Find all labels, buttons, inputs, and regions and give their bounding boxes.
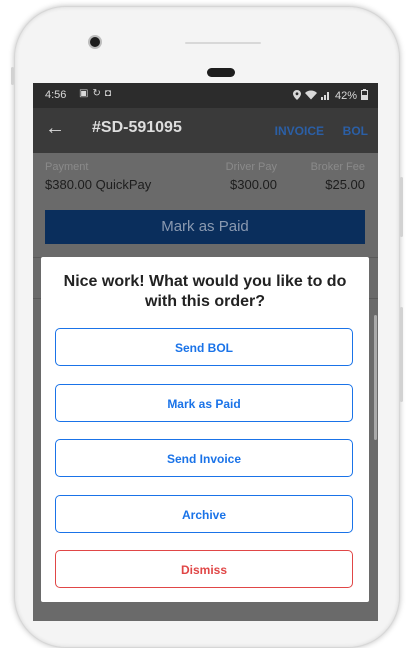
broker-fee-value: $25.00	[325, 177, 365, 192]
battery-percent: 42%	[334, 90, 357, 102]
sync-icon: ↻	[92, 88, 105, 99]
scrollbar[interactable]	[374, 315, 377, 440]
dim-overlay-bottom	[33, 602, 378, 621]
notification-icons: ▣↻◘	[79, 88, 115, 99]
payment-column: Payment $380.00 QuickPay	[45, 161, 151, 192]
dismiss-button[interactable]: Dismiss	[55, 550, 353, 588]
order-action-dialog: Nice work! What would you like to do wit…	[41, 257, 369, 602]
image-icon: ▣	[79, 88, 93, 99]
payment-value: $380.00 QuickPay	[45, 177, 152, 192]
payment-summary: Payment $380.00 QuickPay Driver Pay $300…	[45, 161, 365, 197]
status-right: 42%	[292, 89, 368, 103]
send-invoice-button[interactable]: Send Invoice	[55, 439, 353, 477]
invoice-action[interactable]: INVOICE	[275, 124, 324, 138]
app-bar: ← #SD-591095 INVOICE BOL	[33, 108, 378, 153]
payment-label: Payment	[45, 161, 89, 173]
archive-button[interactable]: Archive	[55, 495, 353, 533]
bixby-button	[11, 67, 14, 85]
volume-button	[400, 177, 403, 237]
power-button	[400, 307, 403, 402]
proximity-sensor	[185, 42, 261, 44]
mark-as-paid-bar-button[interactable]: Mark as Paid	[45, 210, 365, 244]
signal-icon	[320, 90, 331, 103]
driver-pay-label: Driver Pay	[225, 161, 277, 173]
bol-action[interactable]: BOL	[343, 124, 368, 138]
front-camera	[90, 37, 100, 47]
driver-pay-column: Driver Pay $300.00	[226, 161, 277, 192]
back-arrow-icon[interactable]: ←	[45, 117, 65, 140]
send-bol-button[interactable]: Send BOL	[55, 328, 353, 366]
driver-pay-value: $300.00	[230, 177, 277, 192]
earpiece-speaker	[207, 68, 235, 77]
battery-icon	[361, 89, 368, 103]
status-bar: 4:56 ▣↻◘ 42%	[33, 83, 378, 108]
broker-fee-label: Broker Fee	[310, 161, 365, 173]
phone-screen: 4:56 ▣↻◘ 42% ← #SD-591095 INVOICE BOL Pa…	[33, 83, 378, 621]
order-title: #SD-591095	[92, 119, 182, 136]
wifi-icon	[304, 90, 317, 103]
mark-as-paid-button[interactable]: Mark as Paid	[55, 384, 353, 422]
app-icon: ◘	[104, 88, 115, 99]
dialog-heading: Nice work! What would you like to do wit…	[63, 273, 347, 310]
location-icon	[292, 89, 301, 103]
status-time: 4:56	[45, 89, 67, 101]
broker-fee-column: Broker Fee $25.00	[311, 161, 365, 192]
